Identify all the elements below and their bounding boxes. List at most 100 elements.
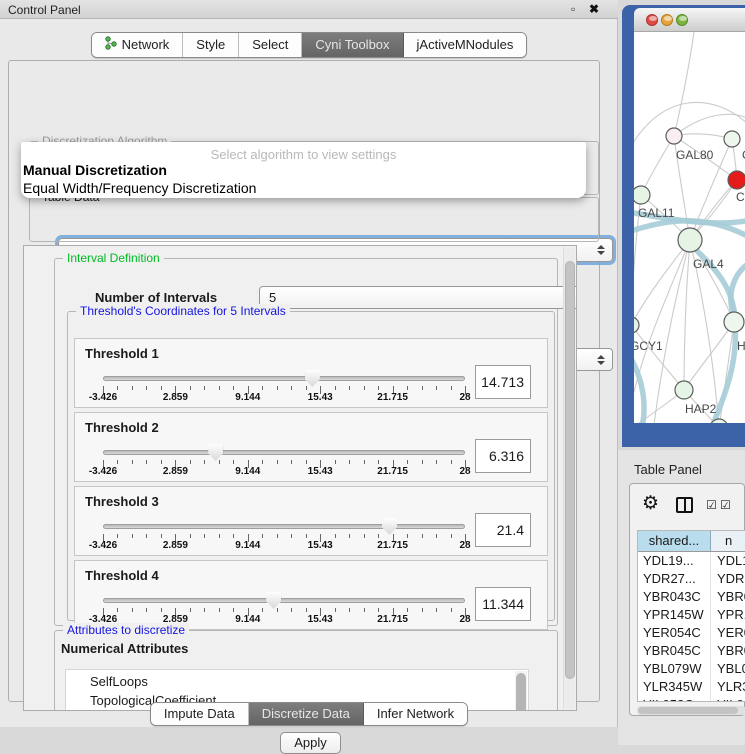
table-cell[interactable]: YIL0 (711, 696, 745, 702)
tab-discretize-data[interactable]: Discretize Data (249, 703, 364, 725)
slider-track[interactable] (103, 376, 465, 381)
split-columns-icon[interactable] (676, 497, 693, 513)
network-node-label: HAP2 (685, 402, 717, 416)
slider-thumb[interactable] (266, 592, 281, 609)
table-row[interactable]: YBR045CYBR0 (638, 642, 745, 660)
viewport-scrollbar-thumb[interactable] (565, 261, 575, 679)
tab-label: Impute Data (164, 706, 235, 721)
threshold-panel: Threshold 1-3.4262.8599.14415.4321.71528… (74, 338, 548, 408)
table-column-header[interactable]: shared... (638, 531, 711, 551)
threshold-coordinates-group: Threshold's Coordinates for 5 Intervals … (67, 311, 555, 621)
tab-style[interactable]: Style (183, 33, 239, 57)
network-canvas[interactable]: GAL80GCGAL11GAL4GCY1HHAP2 (634, 32, 745, 423)
zoom-traffic-light[interactable] (676, 14, 688, 26)
table-cell[interactable]: YPR145W (638, 606, 711, 624)
network-edge-thick (731, 262, 745, 316)
table-cell[interactable]: YBL079W (638, 660, 711, 678)
table-cell[interactable]: YDL1 (711, 552, 745, 570)
network-edge-thick (634, 354, 644, 423)
tab-select[interactable]: Select (239, 33, 302, 57)
table-cell[interactable]: YLR345W (638, 678, 711, 696)
network-window-titlebar[interactable] (634, 8, 745, 32)
algorithm-option[interactable]: Manual Discretization (23, 162, 167, 178)
table-hscrollbar-thumb[interactable] (638, 707, 738, 714)
table-cell[interactable]: YER054C (638, 624, 711, 642)
threshold-value-field[interactable]: 14.713 (475, 365, 531, 399)
algorithm-option[interactable]: Equal Width/Frequency Discretization (23, 180, 256, 196)
tab-network[interactable]: Network (92, 33, 184, 57)
threshold-value-field[interactable]: 6.316 (475, 439, 531, 473)
slider-track[interactable] (103, 524, 465, 529)
tab-label: Cyni Toolbox (315, 37, 389, 52)
close-icon[interactable]: ✖ (589, 2, 599, 16)
apply-button[interactable]: Apply (280, 732, 341, 754)
threshold-value-field[interactable]: 11.344 (475, 587, 531, 621)
table-cell[interactable]: YBL0 (711, 660, 745, 678)
slider-thumb[interactable] (382, 518, 397, 535)
network-edge (641, 136, 674, 195)
threshold-value-field[interactable]: 21.4 (475, 513, 531, 547)
table-row[interactable]: YER054CYER0 (638, 624, 745, 642)
tab-label: Infer Network (377, 706, 454, 721)
checkbox-icon[interactable]: ☑ (720, 498, 731, 512)
network-node[interactable] (634, 317, 639, 333)
table-row[interactable]: YIL052CYIL0 (638, 696, 745, 702)
threshold-panel: Threshold 4-3.4262.8599.14415.4321.71528… (74, 560, 548, 630)
network-node-label: GAL4 (693, 257, 724, 271)
table-cell[interactable]: YER0 (711, 624, 745, 642)
table-cell[interactable]: YDL19... (638, 552, 711, 570)
slider-track[interactable] (103, 598, 465, 603)
table-row[interactable]: YBL079WYBL0 (638, 660, 745, 678)
network-view-window: GAL80GCGAL11GAL4GCY1HHAP2 (622, 5, 745, 447)
viewport-scrollbar[interactable] (563, 247, 575, 709)
control-panel-window: Control Panel ▫ ✖ Network Style Select Cyni… (0, 0, 618, 727)
float-window-icon[interactable]: ▫ (571, 2, 575, 16)
control-panel-title: Control Panel (8, 3, 81, 17)
table-cell[interactable]: YBR0 (711, 642, 745, 660)
table-cell[interactable]: YDR2 (711, 570, 745, 588)
table-cell[interactable]: YDR27... (638, 570, 711, 588)
table-cell[interactable]: YIL052C (638, 696, 711, 702)
network-node[interactable] (675, 381, 693, 399)
table-cell[interactable]: YBR043C (638, 588, 711, 606)
network-node[interactable] (724, 312, 744, 332)
attribute-list-item[interactable]: SelfLoops (66, 670, 528, 691)
network-node[interactable] (634, 186, 650, 204)
network-node[interactable] (678, 228, 702, 252)
tab-label: Style (196, 37, 225, 52)
cyni-toolbox-panel: Discretization Algorithm Table Data galF… (8, 60, 600, 702)
network-node[interactable] (666, 128, 682, 144)
table-cell[interactable]: YBR045C (638, 642, 711, 660)
slider-thumb[interactable] (305, 370, 320, 387)
table-cell[interactable]: YLR3 (711, 678, 745, 696)
close-traffic-light[interactable] (646, 14, 658, 26)
minimize-traffic-light[interactable] (661, 14, 673, 26)
tab-infer-network[interactable]: Infer Network (364, 703, 467, 725)
node-attribute-table[interactable]: shared...n YDL19...YDL1YDR27...YDR2YBR04… (637, 530, 745, 702)
table-row[interactable]: YDL19...YDL1 (638, 552, 745, 570)
table-horizontal-scrollbar[interactable] (637, 706, 745, 715)
number-of-intervals-value: 5 (269, 290, 276, 305)
tab-impute-data[interactable]: Impute Data (151, 703, 249, 725)
tab-cyni-toolbox[interactable]: Cyni Toolbox (302, 33, 403, 57)
tab-label: Network (122, 37, 170, 52)
threshold-label: Threshold 4 (85, 568, 159, 583)
network-node[interactable] (728, 171, 745, 189)
table-cell[interactable]: YBR0 (711, 588, 745, 606)
network-node-label: GAL80 (676, 148, 714, 162)
gear-icon[interactable]: ⚙ (642, 492, 659, 515)
table-row[interactable]: YPR145WYPR1 (638, 606, 745, 624)
table-row[interactable]: YDR27...YDR2 (638, 570, 745, 588)
slider-track[interactable] (103, 450, 465, 455)
number-of-intervals-combobox[interactable]: 5 (259, 286, 577, 309)
tab-label: Discretize Data (262, 706, 350, 721)
table-row[interactable]: YBR043CYBR0 (638, 588, 745, 606)
table-cell[interactable]: YPR1 (711, 606, 745, 624)
table-column-header[interactable]: n (711, 531, 745, 551)
stepper-icon (597, 355, 605, 365)
network-node[interactable] (724, 131, 740, 147)
tab-jactivemnodules[interactable]: jActiveMNodules (404, 33, 527, 57)
checkbox-icon[interactable]: ☑ (706, 498, 717, 512)
table-row[interactable]: YLR345WYLR3 (638, 678, 745, 696)
slider-thumb[interactable] (208, 444, 223, 461)
